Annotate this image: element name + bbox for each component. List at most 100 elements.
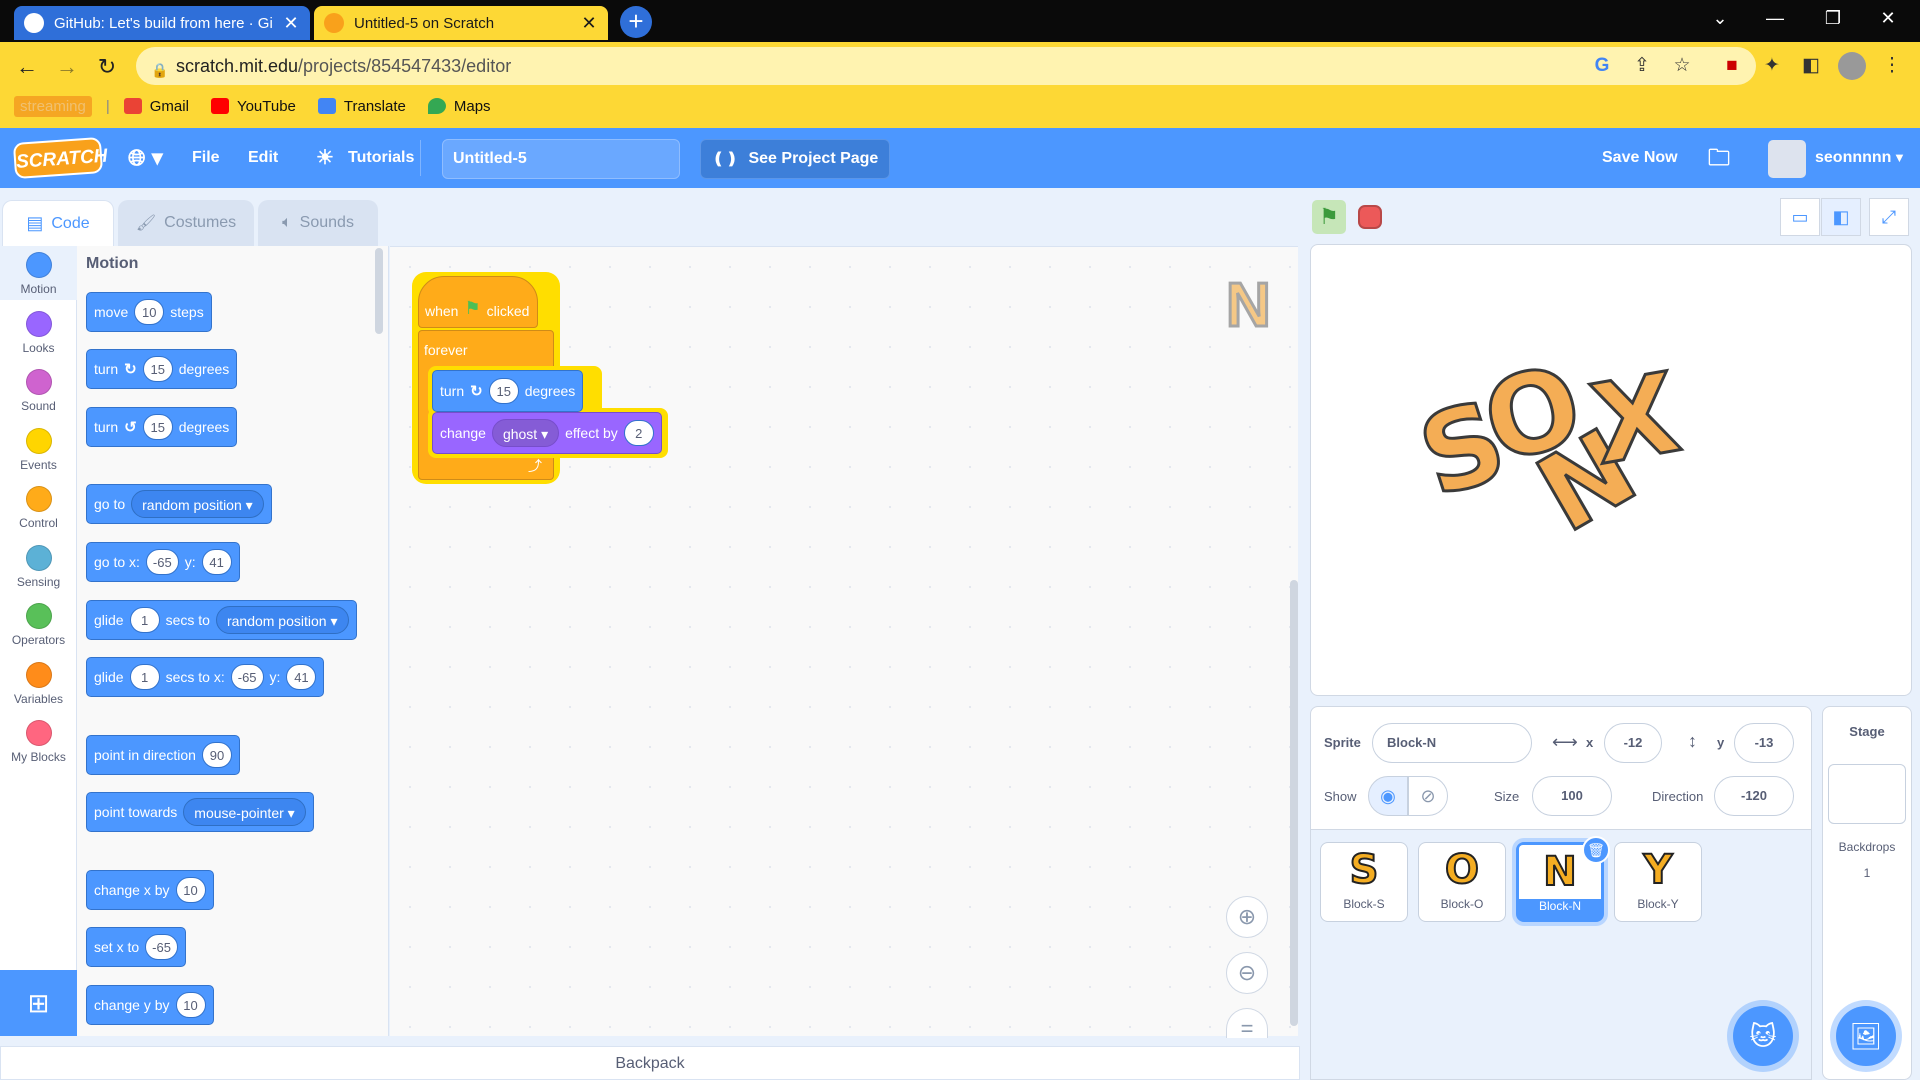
user-avatar[interactable] [1768, 140, 1806, 178]
sprite-thumb-block-o[interactable]: O Block-O [1418, 842, 1506, 922]
side-panel-icon[interactable]: ◧ [1797, 52, 1825, 80]
forward-button[interactable]: → [52, 52, 82, 82]
x-change-input[interactable]: 10 [175, 877, 206, 903]
tab-sounds[interactable]: 🔈︎ Sounds [258, 200, 378, 246]
category-my-blocks[interactable]: My Blocks [0, 720, 77, 764]
close-window-button[interactable]: ✕ [1868, 8, 1908, 34]
category-control[interactable]: Control [0, 486, 77, 530]
effect-dropdown[interactable]: ghost ▾ [491, 419, 560, 447]
block-change-x[interactable]: change x by 10 [86, 870, 214, 910]
secs-input[interactable]: 1 [129, 664, 160, 690]
lock-icon[interactable]: 🔒 [146, 56, 174, 84]
tab-costumes[interactable]: 🖌︎ Costumes [118, 200, 254, 246]
zoom-out-button[interactable]: ⊖ [1226, 952, 1268, 994]
block-glide-to[interactable]: glide 1 secs to random position ▾ [86, 600, 357, 640]
show-visible-button[interactable]: ◉ [1368, 776, 1408, 816]
profile-avatar-icon[interactable] [1838, 52, 1866, 80]
fullscreen-button[interactable]: ⤢ [1869, 198, 1909, 236]
secs-input[interactable]: 1 [129, 607, 160, 633]
degrees-input[interactable]: 15 [142, 414, 173, 440]
bookmark-youtube[interactable]: YouTube [210, 98, 296, 115]
x-position-input[interactable]: -12 [1604, 723, 1662, 763]
bookmark-star-icon[interactable]: ☆ [1668, 52, 1696, 80]
extension-red-icon[interactable]: ■ [1718, 52, 1746, 80]
stage-canvas[interactable]: S O N X [1310, 244, 1912, 696]
choose-sprite-cat-button[interactable]: 🐱︎ [1733, 1006, 1793, 1066]
extensions-puzzle-icon[interactable]: ✦ [1758, 52, 1786, 80]
category-looks[interactable]: Looks [0, 310, 77, 355]
minimize-button[interactable]: — [1755, 8, 1795, 34]
bookmark-translate[interactable]: Translate [317, 98, 406, 115]
glide-target-dropdown[interactable]: random position ▾ [215, 606, 349, 634]
block-turn-left[interactable]: turn ↺ 15 degrees [86, 407, 238, 447]
add-extension-button[interactable]: ⊞ [0, 970, 77, 1036]
close-tab-icon[interactable]: ✕ [580, 13, 598, 34]
category-operators[interactable]: Operators [0, 603, 77, 647]
category-events[interactable]: Events [0, 427, 77, 472]
goto-target-dropdown[interactable]: random position ▾ [131, 490, 264, 518]
zoom-in-button[interactable]: ⊕ [1226, 896, 1268, 938]
bookmark-folder-streaming[interactable]: streaming [14, 95, 92, 117]
small-stage-button[interactable]: ▭ [1780, 198, 1820, 236]
category-sensing[interactable]: Sensing [0, 544, 77, 589]
bookmark-maps[interactable]: Maps [427, 98, 491, 115]
category-sound[interactable]: Sound [0, 369, 77, 413]
new-tab-button[interactable]: + [620, 6, 652, 38]
y-input[interactable]: 41 [286, 664, 317, 690]
user-menu-chevron-icon[interactable]: ▼ [1893, 140, 1906, 176]
x-input[interactable]: -65 [145, 549, 179, 575]
y-input[interactable]: 41 [201, 549, 232, 575]
browser-tab-scratch[interactable]: Untitled-5 on Scratch ✕ [314, 6, 608, 40]
point-towards-dropdown[interactable]: mouse-pointer ▾ [183, 798, 306, 826]
x-input[interactable]: -65 [230, 664, 264, 690]
scratch-logo[interactable]: SCRATCH [12, 136, 108, 180]
x-set-input[interactable]: -65 [145, 934, 178, 960]
google-icon[interactable]: G [1588, 52, 1616, 80]
see-project-page-button[interactable]: ❪❫ See Project Page [700, 139, 890, 179]
block-set-x[interactable]: set x to -65 [86, 927, 186, 967]
show-hidden-button[interactable]: ⊘ [1408, 776, 1448, 816]
menu-file[interactable]: File [192, 140, 220, 176]
choose-backdrop-button[interactable]: 🖼︎ [1836, 1006, 1896, 1066]
block-turn-right[interactable]: turn ↻ 15 degrees [86, 349, 238, 389]
share-icon[interactable]: ⇪ [1628, 52, 1656, 80]
bookmark-gmail[interactable]: Gmail [123, 98, 189, 115]
menu-tutorials[interactable]: Tutorials [348, 140, 414, 176]
tab-search-chevron-icon[interactable]: ⌄ [1700, 8, 1740, 34]
language-globe-icon[interactable]: 🌐︎ ▾ [128, 140, 163, 176]
script-area-scrollbar[interactable] [1290, 580, 1298, 1026]
browser-tab-github[interactable]: GitHub: Let's build from here · Gi ✕ [14, 6, 310, 40]
script-turn-block[interactable]: turn ↻ 15 degrees [432, 370, 584, 412]
sprite-name-input[interactable]: Block-N [1372, 723, 1532, 763]
green-flag-button[interactable]: ⚑ [1312, 200, 1346, 234]
size-input[interactable]: 100 [1532, 776, 1612, 816]
when-flag-clicked-block[interactable]: when ⚑ clicked [418, 276, 538, 328]
category-variables[interactable]: Variables [0, 661, 77, 706]
y-change-input[interactable]: 10 [175, 992, 206, 1018]
block-point-in-direction[interactable]: point in direction 90 [86, 735, 240, 775]
back-button[interactable]: ← [12, 52, 42, 82]
address-input[interactable]: scratch.mit.edu/projects/854547433/edito… [136, 47, 1756, 85]
project-title-input[interactable]: Untitled-5 [442, 139, 680, 179]
close-tab-icon[interactable]: ✕ [282, 13, 300, 34]
block-move-steps[interactable]: move 10 steps [86, 292, 212, 332]
sprite-thumb-block-s[interactable]: S Block-S [1320, 842, 1408, 922]
backdrop-thumbnail[interactable] [1828, 764, 1906, 824]
sprite-thumb-block-y[interactable]: Y Block-Y [1614, 842, 1702, 922]
backpack-bar[interactable]: Backpack [0, 1046, 1300, 1080]
delete-sprite-trash-icon[interactable]: 🗑︎ [1582, 836, 1610, 864]
steps-input[interactable]: 10 [134, 299, 165, 325]
restore-button[interactable]: ❐ [1813, 8, 1853, 34]
my-stuff-folder-icon[interactable]: 🗀 [1708, 140, 1730, 176]
stop-button[interactable] [1358, 205, 1382, 229]
browser-menu-icon[interactable]: ⋮ [1878, 52, 1906, 80]
degrees-input[interactable]: 15 [488, 378, 519, 404]
degrees-input[interactable]: 15 [142, 356, 173, 382]
direction-input[interactable]: 90 [201, 742, 232, 768]
reload-button[interactable]: ↻ [92, 52, 122, 82]
palette-scrollbar[interactable] [375, 248, 383, 334]
direction-input[interactable]: -120 [1714, 776, 1794, 816]
category-motion[interactable]: Motion [0, 252, 77, 296]
normal-stage-button[interactable]: ◧ [1821, 198, 1861, 236]
block-glide-to-xy[interactable]: glide 1 secs to x: -65 y: 41 [86, 657, 325, 697]
